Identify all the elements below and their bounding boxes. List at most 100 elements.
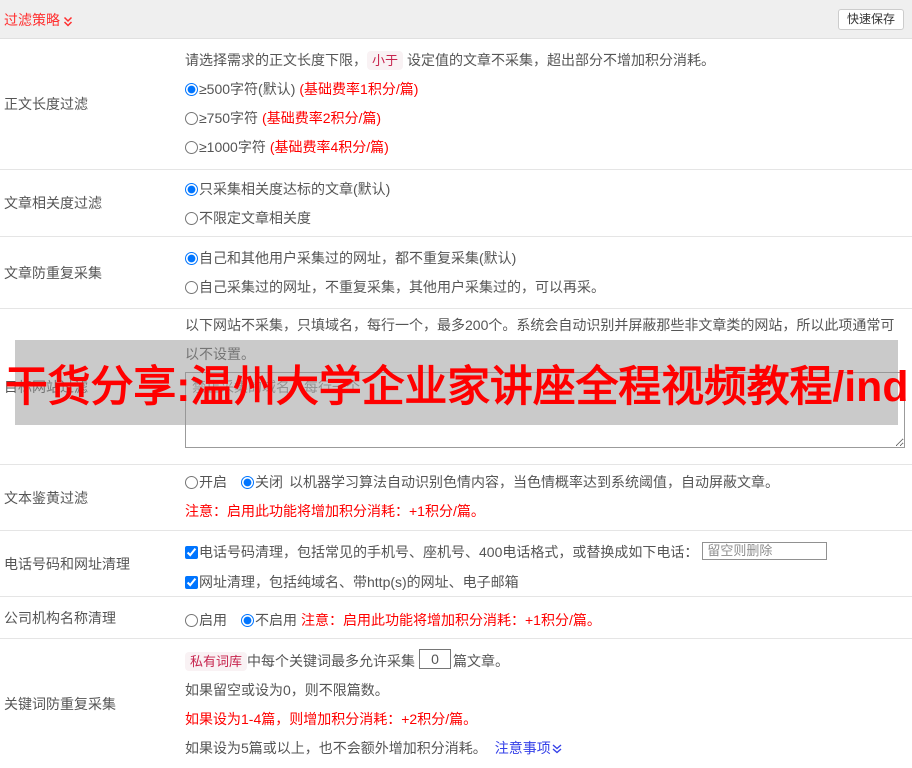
checkbox-option-text: 网址清理，包括纯域名、带http(s)的网址、电子邮箱: [199, 574, 519, 590]
rate-note: (基础费率2积分/篇): [262, 110, 382, 126]
radio-option-dedup-all[interactable]: 自己和其他用户采集过的网址，都不重复采集(默认): [185, 250, 516, 266]
radio-option-text: ≥750字符: [199, 110, 259, 126]
row-content: 私有词库中每个关键词最多允许采集 篇文章。 如果留空或设为0，则不限篇数。 如果设…: [185, 639, 912, 768]
row-company-clean: 公司机构名称清理 启用 不启用 注意：启用此功能将增加积分消耗：+1积分/篇。: [0, 597, 912, 639]
content-line: ≥1000字符 (基础费率4积分/篇): [185, 133, 912, 162]
notice-link[interactable]: 注意事项: [495, 740, 563, 756]
content-line: ≥500字符(默认) (基础费率1积分/篇): [185, 75, 912, 104]
row-site-block: 目标网站过滤 以下网站不采集，只填域名，每行一个，最多200个。系统会自动识别并…: [0, 309, 912, 465]
radio-option-text: 不启用: [255, 612, 297, 628]
radio-option-text: 自己和其他用户采集过的网址，都不重复采集(默认): [199, 250, 517, 266]
radio-dedup-all[interactable]: [185, 252, 198, 265]
radio-750chars[interactable]: [185, 112, 198, 125]
row-content: 请选择需求的正文长度下限， 小于 设定值的文章不采集，超出部分不增加积分消耗。 ≥5…: [185, 39, 912, 169]
row-porn-filter: 文本鉴黄过滤 开启 关闭 以机器学习算法自动识别色情内容，当色情概率达到系统阈值，自…: [0, 465, 912, 531]
rate-note: (基础费率1积分/篇): [299, 81, 419, 97]
content-line: 开启 关闭 以机器学习算法自动识别色情内容，当色情概率达到系统阈值，自动屏蔽文章。: [185, 468, 912, 497]
radio-relevance-any[interactable]: [185, 212, 198, 225]
keyword-note-five-plus: 如果设为5篇或以上，也不会额外增加积分消耗。: [185, 740, 487, 756]
row-content: 只采集相关度达标的文章(默认) 不限定文章相关度: [185, 170, 912, 236]
row-label: 文章相关度过滤: [4, 195, 102, 211]
radio-option-company-on[interactable]: 启用: [185, 612, 227, 628]
radio-relevance-strict[interactable]: [185, 183, 198, 196]
radio-option-text: 自己采集过的网址，不重复采集，其他用户采集过的，可以再采。: [199, 279, 605, 295]
content-line: 启用 不启用 注意：启用此功能将增加积分消耗：+1积分/篇。: [185, 606, 912, 635]
filter-strategy-page: 过滤策略 快速保存 正文长度过滤 请选择需求的正文长度下限， 小于 设定值的文章不采…: [0, 0, 912, 768]
keyword-limit-input[interactable]: [419, 649, 452, 669]
panel-header: 过滤策略 快速保存: [0, 0, 912, 39]
less-than-chip: 小于: [367, 51, 404, 70]
porn-filter-cost-note: 注意：启用此功能将增加积分消耗：+1积分/篇。: [185, 503, 485, 519]
double-chevron-down-icon: [63, 2, 73, 40]
content-line: 自己和其他用户采集过的网址，都不重复采集(默认): [185, 244, 912, 273]
radio-option-porn-on[interactable]: 开启: [185, 474, 227, 490]
porn-filter-description: 以机器学习算法自动识别色情内容，当色情概率达到系统阈值，自动屏蔽文章。: [289, 474, 779, 490]
radio-option-company-off[interactable]: 不启用: [241, 612, 297, 628]
notice-link-text: 注意事项: [494, 740, 551, 756]
body-length-description: 请选择需求的正文长度下限， 小于 设定值的文章不采集，超出部分不增加积分消耗。: [185, 46, 912, 75]
radio-option-text: 只采集相关度达标的文章(默认): [199, 181, 391, 197]
keyword-note-unlimited: 如果留空或设为0，则不限篇数。: [185, 682, 389, 698]
content-line: 自己采集过的网址，不重复采集，其他用户采集过的，可以再采。: [185, 273, 912, 302]
row-relevance-filter: 文章相关度过滤 只采集相关度达标的文章(默认) 不限定文章相关度: [0, 170, 912, 237]
checkbox-option-phone-clean[interactable]: 电话号码清理，包括常见的手机号、座机号、400电话格式，或替换成如下电话：: [185, 544, 698, 560]
radio-option-1000chars[interactable]: ≥1000字符: [185, 139, 266, 155]
radio-option-text: 不限定文章相关度: [199, 210, 311, 226]
site-block-description-line2: 以不设置。: [185, 346, 255, 362]
radio-option-text: ≥1000字符: [199, 139, 266, 155]
row-content: 电话号码清理，包括常见的手机号、座机号、400电话格式，或替换成如下电话： 网址…: [185, 531, 912, 596]
radio-1000chars[interactable]: [185, 141, 198, 154]
row-label: 公司机构名称清理: [4, 609, 116, 626]
keyword-limit-suffix: 篇文章。: [453, 653, 510, 669]
content-line: 如果设为5篇或以上，也不会额外增加积分消耗。 注意事项: [185, 734, 912, 763]
checkbox-url-clean[interactable]: [185, 576, 198, 589]
quick-save-button[interactable]: 快速保存: [837, 9, 904, 30]
radio-option-relevance-strict[interactable]: 只采集相关度达标的文章(默认): [185, 181, 390, 197]
row-label: 关键词防重复采集: [4, 696, 116, 712]
content-line: 电话号码清理，包括常见的手机号、座机号、400电话格式，或替换成如下电话：: [185, 537, 912, 567]
keyword-note-cost: 如果设为1-4篇，则增加积分消耗：+2积分/篇。: [185, 711, 478, 727]
checkbox-option-text: 电话号码清理，包括常见的手机号、座机号、400电话格式，或替换成如下电话：: [199, 544, 699, 560]
radio-option-relevance-any[interactable]: 不限定文章相关度: [185, 210, 311, 226]
radio-option-text: 关闭: [255, 474, 283, 490]
desc-text-after: 设定值的文章不采集，超出部分不增加积分消耗。: [407, 52, 716, 68]
row-phone-url-clean: 电话号码和网址清理 电话号码清理，包括常见的手机号、座机号、400电话格式，或替…: [0, 531, 912, 597]
replacement-phone-input[interactable]: [702, 541, 828, 560]
blocked-domains-textarea[interactable]: [185, 372, 905, 448]
radio-500chars[interactable]: [185, 83, 198, 96]
row-dedup-collect: 文章防重复采集 自己和其他用户采集过的网址，都不重复采集(默认) 自己采集过的网…: [0, 237, 912, 309]
content-line: 只采集相关度达标的文章(默认): [185, 175, 912, 204]
row-label: 电话号码和网址清理: [4, 555, 130, 572]
site-block-description-line1: 以下网站不采集，只填域名，每行一个，最多200个。系统会自动识别并屏蔽那些非文章…: [185, 317, 895, 333]
row-label: 正文长度过滤: [4, 96, 88, 112]
radio-option-750chars[interactable]: ≥750字符: [185, 110, 258, 126]
radio-option-text: 启用: [199, 612, 227, 628]
content-line: 不限定文章相关度: [185, 204, 912, 233]
row-content: 以下网站不采集，只填域名，每行一个，最多200个。系统会自动识别并屏蔽那些非文章…: [185, 309, 912, 464]
private-lexicon-chip: 私有词库: [185, 652, 248, 671]
checkbox-phone-clean[interactable]: [185, 546, 198, 559]
radio-company-on[interactable]: [185, 614, 198, 627]
radio-dedup-own[interactable]: [185, 281, 198, 294]
radio-option-text: ≥500字符(默认): [199, 81, 296, 97]
panel-title[interactable]: 过滤策略: [4, 1, 73, 39]
company-clean-cost-note: 注意：启用此功能将增加积分消耗：+1积分/篇。: [301, 612, 601, 628]
rate-note: (基础费率4积分/篇): [269, 139, 389, 155]
radio-porn-on[interactable]: [185, 476, 198, 489]
desc-text-before: 请选择需求的正文长度下限，: [185, 52, 367, 68]
double-chevron-down-icon: [551, 740, 563, 756]
panel-title-text: 过滤策略: [4, 12, 60, 28]
content-line: ≥750字符 (基础费率2积分/篇): [185, 104, 912, 133]
radio-company-off[interactable]: [241, 614, 254, 627]
row-body-length-filter: 正文长度过滤 请选择需求的正文长度下限， 小于 设定值的文章不采集，超出部分不增加积…: [0, 39, 912, 170]
row-keyword-dedup: 关键词防重复采集 私有词库中每个关键词最多允许采集 篇文章。 如果留空或设为0，则…: [0, 639, 912, 768]
radio-option-porn-off[interactable]: 关闭: [241, 474, 283, 490]
row-label: 目标网站过滤: [4, 378, 88, 395]
row-label: 文本鉴黄过滤: [4, 489, 88, 506]
radio-porn-off[interactable]: [241, 476, 254, 489]
radio-option-dedup-own[interactable]: 自己采集过的网址，不重复采集，其他用户采集过的，可以再采。: [185, 279, 605, 295]
row-content: 自己和其他用户采集过的网址，都不重复采集(默认) 自己采集过的网址，不重复采集，…: [185, 237, 912, 308]
checkbox-option-url-clean[interactable]: 网址清理，包括纯域名、带http(s)的网址、电子邮箱: [185, 574, 519, 590]
radio-option-500chars[interactable]: ≥500字符(默认): [185, 81, 295, 97]
keyword-limit-text: 中每个关键词最多允许采集: [247, 653, 416, 669]
